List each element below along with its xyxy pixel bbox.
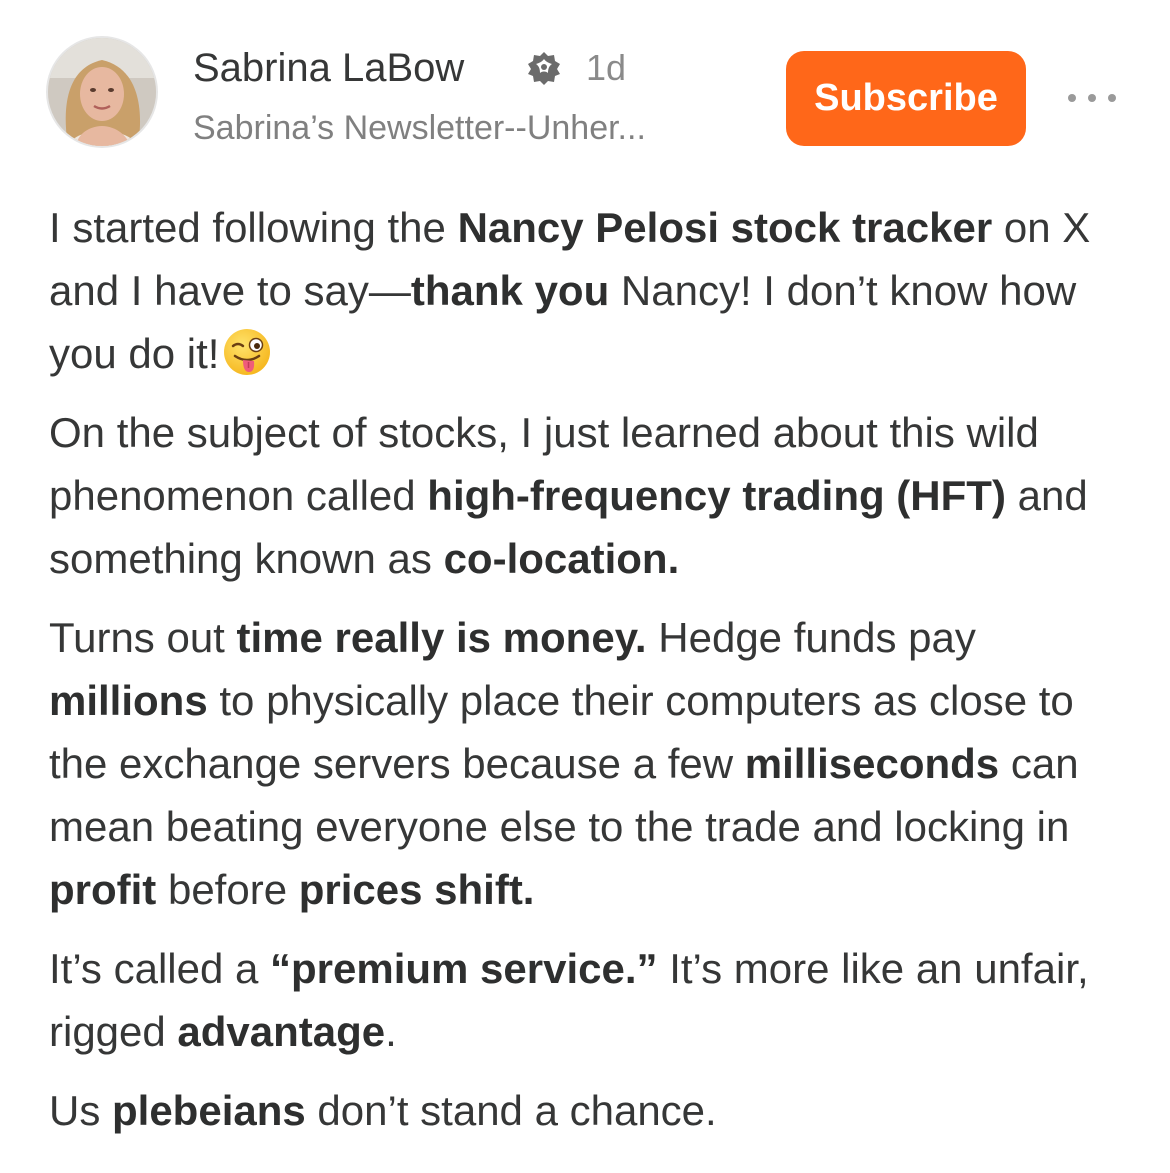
text-span: I started following the <box>49 204 458 251</box>
bold-text: plebeians <box>112 1087 306 1134</box>
avatar-photo <box>48 38 156 146</box>
verified-badge-icon <box>528 52 560 85</box>
text-span: It’s called a <box>49 945 271 992</box>
more-dot <box>1108 94 1116 102</box>
text-span: . <box>385 1008 397 1055</box>
text-span: Turns out <box>49 614 237 661</box>
bold-text: advantage <box>177 1008 386 1055</box>
text-span: don’t stand a chance. <box>305 1087 717 1134</box>
bold-text: Nancy Pelosi stock tracker <box>457 204 993 251</box>
more-options-icon[interactable] <box>1064 80 1120 116</box>
post-timestamp: 1d <box>586 47 627 88</box>
bold-text: profit <box>49 866 157 913</box>
bold-text: millions <box>49 677 208 724</box>
post-paragraph-3: Turns out time really is money. Hedge fu… <box>49 606 1139 921</box>
post-paragraph-5: Us plebeians don’t stand a chance. <box>49 1079 1139 1142</box>
bold-text: time really is money. <box>236 614 647 661</box>
winking-face-with-tongue-emoji <box>224 329 271 375</box>
more-dot <box>1088 94 1096 102</box>
post-paragraph-1: I started following the Nancy Pelosi sto… <box>49 196 1139 385</box>
author-name[interactable]: Sabrina LaBow <box>193 42 464 94</box>
bold-text: milliseconds <box>744 740 1000 787</box>
publication-name[interactable]: Sabrina’s Newsletter--Unher... <box>193 104 753 152</box>
post-body: I started following the Nancy Pelosi sto… <box>49 196 1139 1158</box>
more-dot <box>1068 94 1076 102</box>
subscribe-button[interactable]: Subscribe <box>786 51 1026 146</box>
post-paragraph-4: It’s called a “premium service.” It’s mo… <box>49 937 1139 1063</box>
text-span: Hedge funds pay <box>646 614 976 661</box>
text-span: before <box>156 866 299 913</box>
post-paragraph-2: On the subject of stocks, I just learned… <box>49 401 1139 590</box>
bold-text: thank you <box>410 267 610 314</box>
bold-text: prices shift. <box>298 866 535 913</box>
bold-text: co-location. <box>443 535 680 582</box>
bold-text: high-frequency trading (HFT) <box>427 472 1006 519</box>
post-card: Sabrina LaBow 1d Sabrina’s Newsletter--U… <box>0 0 1170 1173</box>
bold-text: “premium service.” <box>270 945 658 992</box>
author-avatar[interactable] <box>48 38 156 146</box>
text-span: Us <box>49 1087 112 1134</box>
